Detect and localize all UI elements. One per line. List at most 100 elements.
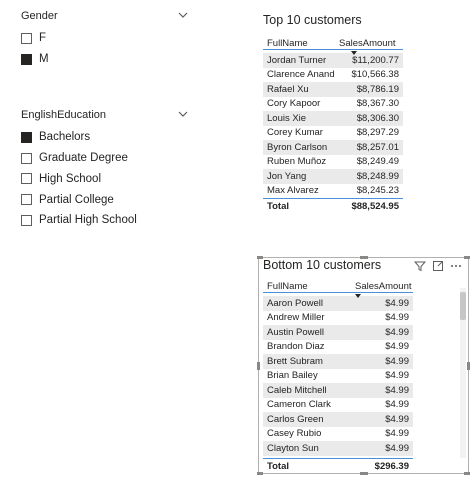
gender-option-label: M [39, 53, 49, 66]
cell-salesamount: $8,786.19 [337, 82, 403, 97]
education-option-label: Partial College [39, 193, 114, 206]
top-customers-table: FullName SalesAmount Jordan Turner $11,20… [263, 31, 403, 214]
filter-icon[interactable] [414, 260, 426, 272]
bottom-customers-total: Total $296.39 [263, 458, 413, 475]
total-row: Total $88,524.95 [263, 197, 403, 214]
education-option-partial-college[interactable]: Partial College [21, 189, 191, 210]
total-value: $88,524.95 [337, 197, 403, 214]
checkbox[interactable] [21, 32, 32, 44]
visual-header-toolbar [414, 260, 462, 272]
resize-handle[interactable] [257, 362, 260, 370]
education-slicer-title: EnglishEducation [21, 109, 107, 121]
checkbox[interactable] [21, 173, 32, 185]
cell-salesamount: $4.99 [385, 399, 409, 411]
cell-salesamount: $8,248.99 [337, 169, 403, 184]
education-option-high-school[interactable]: High School [21, 169, 191, 190]
gender-option-f[interactable]: F [21, 28, 191, 49]
education-option-partial-high-school[interactable]: Partial High School [21, 210, 191, 231]
top-customers-visual: Top 10 customers FullName SalesAmount Jo… [263, 13, 403, 214]
total-row: Total $296.39 [263, 458, 413, 475]
cell-salesamount: $4.99 [353, 325, 413, 340]
gender-slicer-items: F M [21, 28, 191, 70]
cell-salesamount: $4.99 [385, 370, 409, 382]
cell-fullname: Jordan Turner [263, 53, 337, 68]
cell-salesamount: $8,245.23 [356, 185, 399, 196]
table-row[interactable]: Caleb Mitchell $4.99 [263, 383, 413, 398]
cell-fullname: Cameron Clark [267, 399, 331, 411]
total-value: $296.39 [353, 458, 413, 475]
chevron-down-icon[interactable] [177, 108, 189, 120]
checkbox[interactable] [21, 152, 32, 164]
table-row[interactable]: Austin Powell $4.99 [263, 325, 413, 340]
education-option-graduate-degree[interactable]: Graduate Degree [21, 148, 191, 169]
gender-slicer-header: Gender [21, 8, 191, 24]
cell-fullname: Austin Powell [263, 325, 353, 340]
table-row[interactable]: Cory Kapoor $8,367.30 [263, 97, 403, 112]
table-row[interactable]: Brett Subram $4.99 [263, 354, 413, 369]
cell-fullname: Max Alvarez [267, 185, 319, 196]
vertical-scrollbar[interactable] [460, 288, 466, 458]
checkbox-checked[interactable] [21, 131, 32, 143]
cell-fullname: Brandon Diaz [267, 341, 325, 353]
resize-handle[interactable] [464, 256, 470, 259]
column-header-salesamount[interactable]: SalesAmount [337, 31, 403, 55]
resize-handle[interactable] [464, 472, 470, 475]
table-row[interactable]: Corey Kumar $8,297.29 [263, 126, 403, 141]
table-row[interactable]: Brandon Diaz $4.99 [263, 340, 413, 355]
table-header-row: FullName SalesAmount [263, 274, 413, 298]
column-header-fullname[interactable]: FullName [263, 274, 353, 292]
checkbox[interactable] [21, 214, 32, 226]
cell-fullname: Rafael Xu [263, 82, 337, 97]
table-row[interactable]: Rafael Xu $8,786.19 [263, 82, 403, 97]
cell-salesamount: $8,367.30 [356, 98, 399, 110]
cell-fullname: Clarence Anand [267, 69, 335, 81]
cell-salesamount: $8,257.01 [337, 140, 403, 155]
table-row[interactable]: Andrew Miller $4.99 [263, 311, 413, 326]
top-customers-rows: Jordan Turner $11,200.77 Clarence Anand $10… [263, 49, 403, 198]
cell-fullname: Jon Yang [263, 169, 337, 184]
table-row[interactable]: Jordan Turner $11,200.77 [263, 53, 403, 68]
bottom-customers-table: FullName SalesAmount Aaron Powell $4.99 An… [263, 274, 413, 456]
cell-salesamount: $4.99 [353, 441, 413, 456]
table-row[interactable]: Cameron Clark $4.99 [263, 398, 413, 413]
education-option-label: Partial High School [39, 214, 137, 227]
gender-option-m[interactable]: M [21, 49, 191, 70]
chevron-down-icon[interactable] [177, 9, 189, 21]
column-header-fullname[interactable]: FullName [263, 31, 337, 49]
more-options-icon[interactable] [450, 260, 462, 272]
education-slicer: EnglishEducation Bachelors Graduate Degr… [21, 107, 191, 231]
cell-fullname: Byron Carlson [263, 140, 337, 155]
table-row[interactable]: Byron Carlson $8,257.01 [263, 140, 403, 155]
bottom-customers-visual[interactable]: Bottom 10 customers FullName SalesAmount… [257, 256, 470, 475]
education-slicer-header: EnglishEducation [21, 107, 191, 123]
cell-salesamount: $4.99 [353, 354, 413, 369]
table-row[interactable]: Clarence Anand $10,566.38 [263, 68, 403, 83]
cell-fullname: Ruben Muñoz [267, 156, 327, 168]
gender-option-label: F [39, 32, 47, 45]
cell-salesamount: $4.99 [353, 383, 413, 398]
education-option-bachelors[interactable]: Bachelors [21, 127, 191, 148]
column-header-label: SalesAmount [339, 37, 396, 49]
cell-fullname: Clayton Sun [263, 441, 353, 456]
column-header-salesamount[interactable]: SalesAmount [353, 274, 413, 298]
cell-salesamount: $10,566.38 [351, 69, 399, 81]
cell-fullname: Carlos Green [263, 412, 353, 427]
table-row[interactable]: Brian Bailey $4.99 [263, 369, 413, 384]
table-row[interactable]: Ruben Muñoz $8,249.49 [263, 155, 403, 170]
checkbox[interactable] [21, 194, 32, 206]
checkbox-checked[interactable] [21, 53, 32, 65]
focus-mode-icon[interactable] [432, 260, 444, 272]
table-row[interactable]: Clayton Sun $4.99 [263, 441, 413, 456]
scrollbar-thumb[interactable] [460, 292, 466, 320]
cell-fullname: Louis Xie [263, 111, 337, 126]
resize-handle[interactable] [467, 362, 470, 370]
cell-fullname: Casey Rubio [267, 428, 322, 440]
cell-salesamount: $8,249.49 [356, 156, 399, 168]
table-row[interactable]: Casey Rubio $4.99 [263, 427, 413, 442]
table-row[interactable]: Jon Yang $8,248.99 [263, 169, 403, 184]
table-row[interactable]: Aaron Powell $4.99 [263, 296, 413, 311]
table-row[interactable]: Carlos Green $4.99 [263, 412, 413, 427]
cell-fullname: Andrew Miller [267, 312, 325, 324]
table-row[interactable]: Max Alvarez $8,245.23 [263, 184, 403, 199]
table-row[interactable]: Louis Xie $8,306.30 [263, 111, 403, 126]
